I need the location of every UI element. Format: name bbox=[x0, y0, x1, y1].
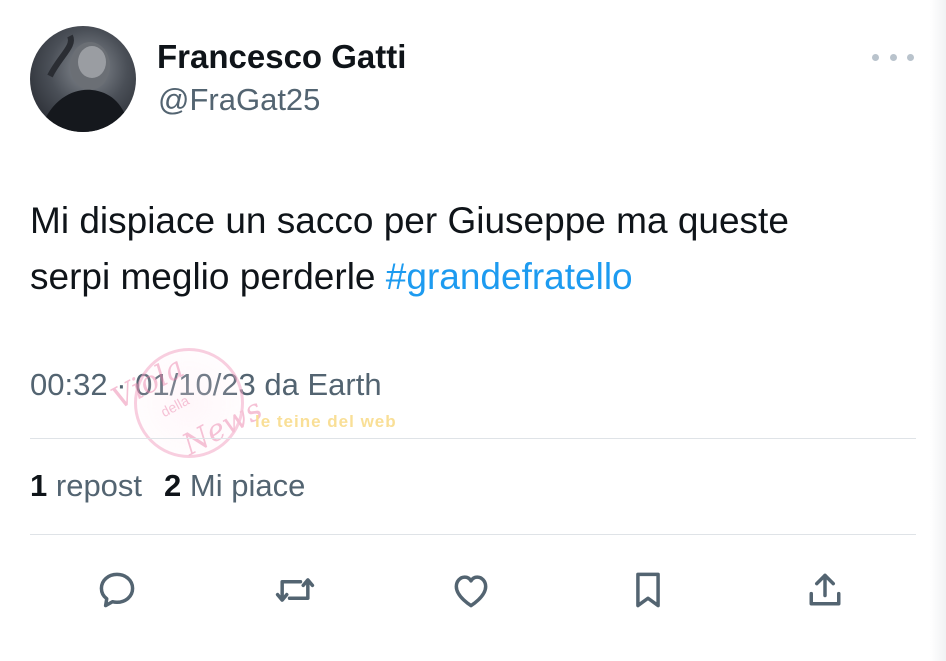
action-bar bbox=[0, 565, 946, 615]
likes-label: Mi piace bbox=[189, 468, 306, 503]
repost-icon bbox=[275, 578, 315, 602]
bookmark-button[interactable] bbox=[623, 565, 673, 615]
dot bbox=[889, 53, 897, 61]
likes-count: 2 bbox=[164, 468, 182, 503]
reply-button[interactable] bbox=[92, 565, 142, 615]
likes-stat[interactable]: 2 Mi piace bbox=[164, 468, 305, 504]
reposts-stat[interactable]: 1 repost bbox=[30, 468, 142, 504]
hashtag-link[interactable]: #grandefratello bbox=[386, 256, 633, 297]
divider bbox=[30, 534, 916, 535]
reply-icon bbox=[99, 572, 135, 608]
more-options-icon[interactable] bbox=[872, 46, 914, 68]
tweet-text-line-1: Mi dispiace un sacco per Giuseppe ma que… bbox=[30, 200, 789, 241]
share-icon bbox=[809, 573, 841, 606]
avatar[interactable] bbox=[30, 26, 136, 132]
watermark-brand: le teine del web bbox=[255, 412, 397, 431]
reposts-label: repost bbox=[55, 468, 143, 503]
tweet-timestamp[interactable]: 00:32 · 01/10/23 da Earth bbox=[30, 367, 382, 403]
share-button[interactable] bbox=[800, 565, 850, 615]
tweet-text-line-2: serpi meglio perderle #grandefratello bbox=[30, 249, 910, 305]
dot bbox=[907, 53, 914, 61]
author-display-name[interactable]: Francesco Gatti bbox=[157, 38, 406, 76]
repost-button[interactable] bbox=[270, 565, 320, 615]
dot bbox=[872, 53, 879, 61]
like-icon bbox=[454, 575, 488, 608]
divider bbox=[30, 438, 916, 439]
right-edge-shadow bbox=[930, 0, 946, 661]
watermark-circle bbox=[134, 348, 244, 458]
bookmark-icon bbox=[636, 572, 660, 608]
user-avatar-image bbox=[40, 34, 130, 132]
tweet-text-line-2-prefix: serpi meglio perderle bbox=[30, 256, 386, 297]
reposts-count: 1 bbox=[30, 468, 48, 503]
like-button[interactable] bbox=[446, 565, 496, 615]
tweet-stats: 1 repost 2 Mi piace bbox=[30, 468, 305, 504]
tweet-text: Mi dispiace un sacco per Giuseppe ma que… bbox=[30, 193, 910, 305]
author-handle[interactable]: @FraGat25 bbox=[158, 82, 320, 118]
